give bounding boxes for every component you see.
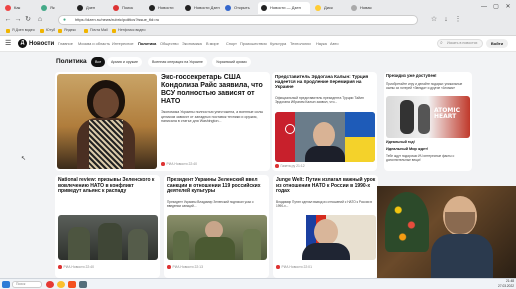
login-button[interactable]: Войти: [486, 39, 508, 48]
nav-item[interactable]: Наука: [316, 40, 327, 48]
news-photo: [275, 112, 375, 162]
bookmark[interactable]: Ютуб: [40, 27, 55, 34]
bookmark[interactable]: Нетфликс видео: [112, 27, 146, 34]
browser-tab[interactable]: Новости: [146, 2, 180, 14]
hamburger-menu-icon[interactable]: ☰: [5, 40, 13, 48]
site-header: ☰ Д Новости Главное Москва и область Инте…: [0, 36, 516, 52]
maximize-icon[interactable]: ▢: [490, 2, 502, 12]
news-source: РИА Новости 22:01: [276, 265, 312, 269]
bookmark[interactable]: Почта Mail: [84, 27, 108, 34]
search-input[interactable]: ⌕ Искать в новостях: [437, 39, 483, 48]
news-card[interactable]: Представитель Эрдогана Калын: Турция над…: [272, 72, 377, 171]
ad-image: ATOMIC HEART: [386, 96, 470, 138]
bookmark[interactable]: Я Дзен видео: [6, 27, 35, 34]
nav-item[interactable]: Интересное: [112, 40, 134, 48]
news-source: РИА Новости 22:13: [167, 265, 203, 269]
download-icon[interactable]: ↓: [442, 16, 450, 24]
news-card-main[interactable]: Экс-госсекретарь США Кондолиза Райс заяв…: [55, 72, 270, 171]
nav-item[interactable]: Технологии: [290, 40, 311, 48]
nav-item[interactable]: Культура: [270, 40, 286, 48]
url-text: https://dzen.ru/news/rubric/politics?iss…: [75, 17, 160, 22]
logo-mark: Д: [18, 38, 27, 48]
logo[interactable]: Д Новости: [18, 38, 54, 50]
browser-tab[interactable]: Новости Дзен: [182, 2, 220, 14]
taskbar: Поиск 21:48 27.03.2022: [0, 278, 516, 289]
news-photo: [57, 74, 157, 169]
ad-game-label: ATOMIC HEART: [434, 107, 460, 120]
close-window-icon[interactable]: ✕: [502, 2, 514, 12]
bookmark[interactable]: Яндекс: [58, 27, 76, 34]
nav-item[interactable]: Спорт: [226, 40, 237, 48]
browser-tab[interactable]: Новая: [348, 2, 382, 14]
reload-icon[interactable]: ↻: [24, 16, 32, 24]
news-source: Газета.ру 21:12: [275, 164, 305, 168]
nav-item[interactable]: Москва и область: [78, 40, 110, 48]
news-photo: [167, 215, 267, 260]
news-title[interactable]: National review: призывы Зеленского к во…: [58, 177, 158, 195]
browser-tab[interactable]: Открыть: [222, 2, 256, 14]
browser-tab[interactable]: Дзен: [74, 2, 108, 14]
home-icon[interactable]: ⌂: [36, 16, 44, 24]
news-card[interactable]: Junge Welt: Путин излагал важный урок из…: [273, 175, 378, 278]
ad-text: Приобретайте игру и делайте подарки: уни…: [386, 82, 463, 91]
ad-title[interactable]: Президиз уже доступен!: [386, 73, 470, 79]
filter-pill[interactable]: Украинский кризис: [212, 57, 252, 67]
clock: 21:48 27.03.2022: [498, 279, 514, 288]
news-snippet: Владимир Путин сделал вывод из отношений…: [276, 200, 372, 209]
news-title[interactable]: Junge Welt: Путин излагал важный урок из…: [276, 177, 376, 195]
app-icon[interactable]: [79, 281, 87, 288]
nav-item[interactable]: Общество: [160, 40, 179, 48]
browser-tab[interactable]: Диск: [312, 2, 346, 14]
app-icon[interactable]: [57, 281, 65, 288]
news-snippet: Официальный представитель президента Тур…: [275, 96, 364, 105]
news-source: РИА Новости 22:40: [58, 265, 94, 269]
news-card[interactable]: Президент Украины Зеленский ввел санкции…: [164, 175, 269, 278]
christmas-tree: [385, 192, 429, 252]
extensions-icon[interactable]: ⋮: [454, 16, 462, 24]
nav-item[interactable]: Авто: [330, 40, 338, 48]
webcam-overlay: [377, 186, 516, 278]
filter-pill-active[interactable]: Все: [91, 57, 106, 67]
nav-item[interactable]: В мире: [206, 40, 219, 48]
taskbar-search[interactable]: Поиск: [12, 281, 42, 288]
address-bar[interactable]: ● https://dzen.ru/news/rubric/politics?i…: [58, 15, 418, 25]
search-icon: ⌕: [440, 40, 443, 46]
forward-icon[interactable]: →: [14, 16, 22, 24]
app-icon[interactable]: [46, 281, 54, 288]
section-title: Политика: [56, 58, 87, 65]
news-source: РИА Новости 22:40: [161, 162, 197, 166]
news-title[interactable]: Экс-госсекретарь США Кондолиза Райс заяв…: [161, 74, 267, 106]
mouse-cursor-icon: ↖: [21, 156, 27, 162]
nav-item[interactable]: Главное: [58, 40, 73, 48]
star-icon[interactable]: ☆: [430, 16, 438, 24]
browser-tab[interactable]: Як: [38, 2, 72, 14]
nav-item[interactable]: Происшествия: [240, 40, 267, 48]
ad-caption: Идеальный год!: [386, 140, 415, 144]
ad-text-2: Тебе ждут подарочки ИЧ интересные факты …: [386, 154, 455, 163]
news-card[interactable]: National review: призывы Зеленского к во…: [55, 175, 160, 278]
ad-caption-2[interactable]: Идеальный Мир ждет!: [386, 147, 470, 151]
nav-item[interactable]: Экономика: [182, 40, 202, 48]
news-title[interactable]: Представитель Эрдогана Калын: Турция над…: [275, 74, 375, 90]
browser-chrome: Как Як Дзен Поиск Новости Новости Дзен О…: [0, 0, 516, 36]
news-snippet: Экономика Украины полностью уничтожена, …: [161, 110, 264, 124]
browser-tab-active[interactable]: Новости — Дзен: [258, 2, 310, 14]
ad-card[interactable]: Президиз уже доступен! Приобретайте игру…: [384, 72, 472, 171]
app-icon[interactable]: [68, 281, 76, 288]
nav-item-active[interactable]: Политика: [138, 40, 156, 48]
browser-tab[interactable]: Как: [2, 2, 36, 14]
news-photo: [276, 215, 376, 260]
filter-pill[interactable]: Армия и оружие: [107, 57, 143, 67]
news-photo: [58, 215, 158, 260]
start-icon[interactable]: [2, 281, 10, 288]
minimize-icon[interactable]: —: [478, 2, 490, 12]
news-title[interactable]: Президент Украины Зеленский ввел санкции…: [167, 177, 267, 195]
lock-icon: ●: [63, 17, 67, 23]
news-snippet: Президент Украины Владимир Зеленский под…: [167, 200, 254, 209]
back-icon[interactable]: ←: [4, 16, 12, 24]
filter-pill[interactable]: Военная операция на Украине: [148, 57, 207, 67]
browser-tab[interactable]: Поиск: [110, 2, 144, 14]
